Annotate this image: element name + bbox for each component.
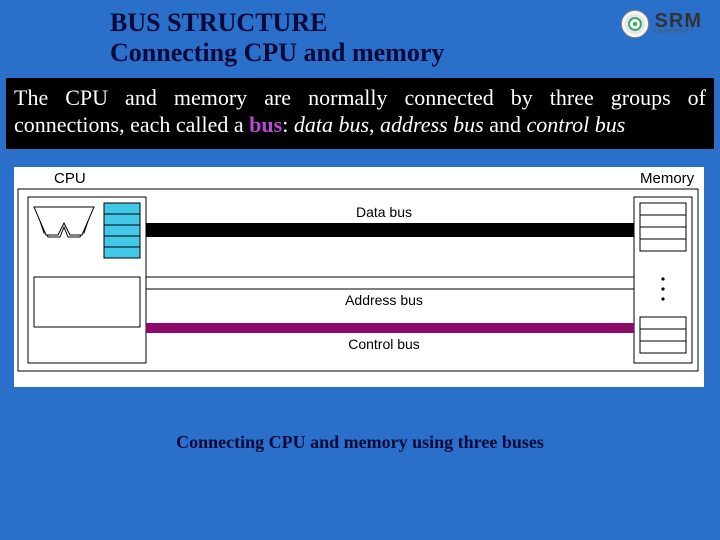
desc-after-hl: : — [282, 112, 294, 137]
desc-italic-3: control bus — [527, 112, 626, 137]
cpu-label: CPU — [54, 170, 86, 187]
slide-header: BUS STRUCTURE Connecting CPU and memory … — [0, 0, 720, 74]
logo-text: SRM UNIVERSITY — [655, 12, 702, 35]
bus-label-control: Control bus — [348, 336, 420, 352]
title-line-2: Connecting CPU and memory — [110, 38, 700, 68]
bus-diagram: CPU Memory Data bus — [14, 167, 704, 387]
logo-main-text: SRM — [655, 12, 702, 30]
memory-label: Memory — [640, 170, 695, 187]
bus-label-address: Address bus — [345, 292, 423, 308]
desc-italic-2: address bus — [380, 112, 484, 137]
university-seal-icon — [621, 10, 649, 38]
srm-logo: SRM UNIVERSITY — [621, 10, 702, 38]
bus-label-data: Data bus — [356, 204, 412, 220]
description-box: The CPU and memory are normally connecte… — [6, 78, 714, 149]
desc-sep2: and — [484, 112, 527, 137]
desc-highlight: bus — [249, 112, 282, 137]
diagram-container: CPU Memory Data bus — [14, 167, 706, 392]
desc-sep1: , — [369, 112, 380, 137]
title-line-1: BUS STRUCTURE — [110, 8, 700, 38]
title-block: BUS STRUCTURE Connecting CPU and memory — [110, 8, 700, 68]
figure-caption: Connecting CPU and memory using three bu… — [0, 432, 720, 453]
desc-italic-1: data bus — [294, 112, 369, 137]
